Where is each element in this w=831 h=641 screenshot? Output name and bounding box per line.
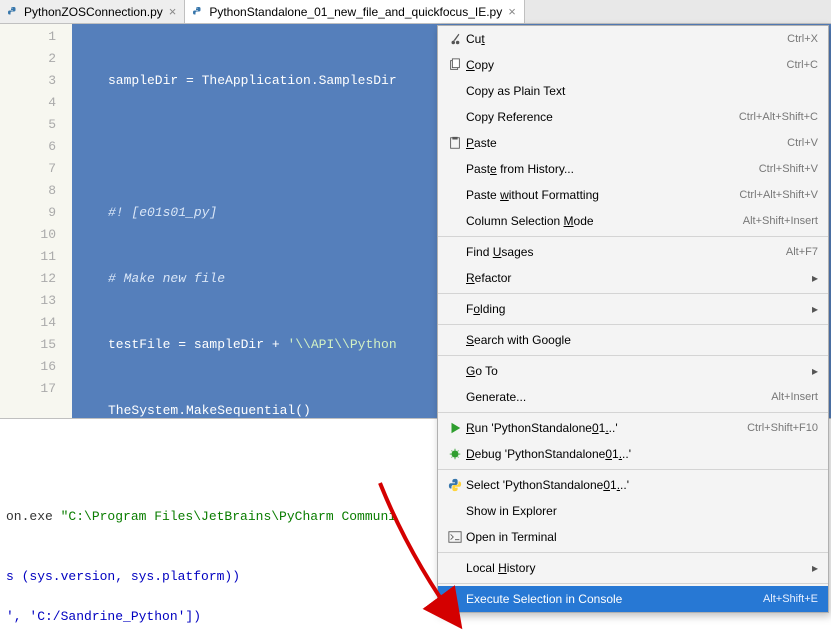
menu-item-label: Show in Explorer	[466, 504, 818, 518]
submenu-arrow-icon: ▸	[806, 561, 818, 575]
menu-item-label: Copy	[466, 58, 787, 72]
run-icon	[444, 421, 466, 435]
menu-item[interactable]: PasteCtrl+V	[438, 130, 828, 156]
tab-label: PythonStandalone_01_new_file_and_quickfo…	[209, 5, 502, 19]
menu-item-label: Paste from History...	[466, 162, 759, 176]
menu-item[interactable]: Open in Terminal	[438, 524, 828, 550]
menu-item-label: Open in Terminal	[466, 530, 818, 544]
terminal-icon	[444, 530, 466, 544]
menu-separator	[438, 236, 828, 237]
menu-separator	[438, 355, 828, 356]
tab-python-zos[interactable]: PythonZOSConnection.py ×	[0, 0, 185, 23]
tab-python-standalone[interactable]: PythonStandalone_01_new_file_and_quickfo…	[185, 0, 524, 23]
menu-item[interactable]: Debug 'PythonStandalone01...'	[438, 441, 828, 467]
python-file-icon	[191, 5, 205, 19]
menu-item-label: Find Usages	[466, 245, 786, 259]
menu-shortcut: Alt+Shift+Insert	[743, 215, 818, 227]
menu-separator	[438, 469, 828, 470]
menu-shortcut: Ctrl+Alt+Shift+V	[739, 189, 818, 201]
menu-item-label: Folding	[466, 302, 806, 316]
menu-item-label: Select 'PythonStandalone01...'	[466, 478, 818, 492]
line-gutter: 123 456 789 101112 131415 1617	[0, 24, 72, 418]
menu-shortcut: Ctrl+X	[787, 33, 818, 45]
menu-item[interactable]: Folding▸	[438, 296, 828, 322]
menu-item-label: Cut	[466, 32, 787, 46]
menu-item-label: Run 'PythonStandalone01...'	[466, 421, 747, 435]
menu-item[interactable]: Paste from History...Ctrl+Shift+V	[438, 156, 828, 182]
menu-shortcut: Ctrl+C	[787, 59, 818, 71]
menu-item-label: Go To	[466, 364, 806, 378]
menu-item[interactable]: Copy as Plain Text	[438, 78, 828, 104]
paste-icon	[444, 136, 466, 150]
submenu-arrow-icon: ▸	[806, 302, 818, 316]
context-menu: CutCtrl+XCopyCtrl+CCopy as Plain TextCop…	[437, 25, 829, 613]
close-icon[interactable]: ×	[506, 4, 518, 19]
menu-item[interactable]: CopyCtrl+C	[438, 52, 828, 78]
tab-bar: PythonZOSConnection.py × PythonStandalon…	[0, 0, 831, 24]
menu-item[interactable]: Paste without FormattingCtrl+Alt+Shift+V	[438, 182, 828, 208]
menu-item-label: Execute Selection in Console	[466, 592, 763, 606]
menu-item-label: Debug 'PythonStandalone01...'	[466, 447, 818, 461]
menu-item-label: Column Selection Mode	[466, 214, 743, 228]
menu-separator	[438, 552, 828, 553]
menu-shortcut: Ctrl+Alt+Shift+C	[739, 111, 818, 123]
menu-item-label: Generate...	[466, 390, 771, 404]
menu-item[interactable]: Show in Explorer	[438, 498, 828, 524]
menu-shortcut: Ctrl+V	[787, 137, 818, 149]
menu-item-label: Search with Google	[466, 333, 818, 347]
menu-item-label: Refactor	[466, 271, 806, 285]
menu-item[interactable]: Select 'PythonStandalone01...'	[438, 472, 828, 498]
menu-separator	[438, 293, 828, 294]
submenu-arrow-icon: ▸	[806, 271, 818, 285]
menu-item[interactable]: Execute Selection in ConsoleAlt+Shift+E	[438, 586, 828, 612]
menu-item[interactable]: Copy ReferenceCtrl+Alt+Shift+C	[438, 104, 828, 130]
menu-item[interactable]: Local History▸	[438, 555, 828, 581]
menu-shortcut: Alt+Shift+E	[763, 593, 818, 605]
menu-item-label: Local History	[466, 561, 806, 575]
submenu-arrow-icon: ▸	[806, 364, 818, 378]
menu-item-label: Paste	[466, 136, 787, 150]
menu-item-label: Copy Reference	[466, 110, 739, 124]
menu-shortcut: Alt+Insert	[771, 391, 818, 403]
menu-separator	[438, 324, 828, 325]
menu-separator	[438, 412, 828, 413]
debug-icon	[444, 447, 466, 461]
cut-icon	[444, 32, 466, 46]
menu-separator	[438, 583, 828, 584]
menu-item[interactable]: Refactor▸	[438, 265, 828, 291]
menu-shortcut: Ctrl+Shift+F10	[747, 422, 818, 434]
menu-item-label: Paste without Formatting	[466, 188, 739, 202]
menu-item[interactable]: Generate...Alt+Insert	[438, 384, 828, 410]
menu-item[interactable]: Search with Google	[438, 327, 828, 353]
menu-item[interactable]: Find UsagesAlt+F7	[438, 239, 828, 265]
copy-icon	[444, 58, 466, 72]
menu-item[interactable]: CutCtrl+X	[438, 26, 828, 52]
close-icon[interactable]: ×	[167, 4, 179, 19]
menu-item[interactable]: Go To▸	[438, 358, 828, 384]
tab-label: PythonZOSConnection.py	[24, 5, 163, 19]
menu-shortcut: Alt+F7	[786, 246, 818, 258]
menu-item-label: Copy as Plain Text	[466, 84, 818, 98]
menu-item[interactable]: Run 'PythonStandalone01...'Ctrl+Shift+F1…	[438, 415, 828, 441]
python-icon	[444, 478, 466, 492]
menu-shortcut: Ctrl+Shift+V	[759, 163, 818, 175]
menu-item[interactable]: Column Selection ModeAlt+Shift+Insert	[438, 208, 828, 234]
python-file-icon	[6, 5, 20, 19]
